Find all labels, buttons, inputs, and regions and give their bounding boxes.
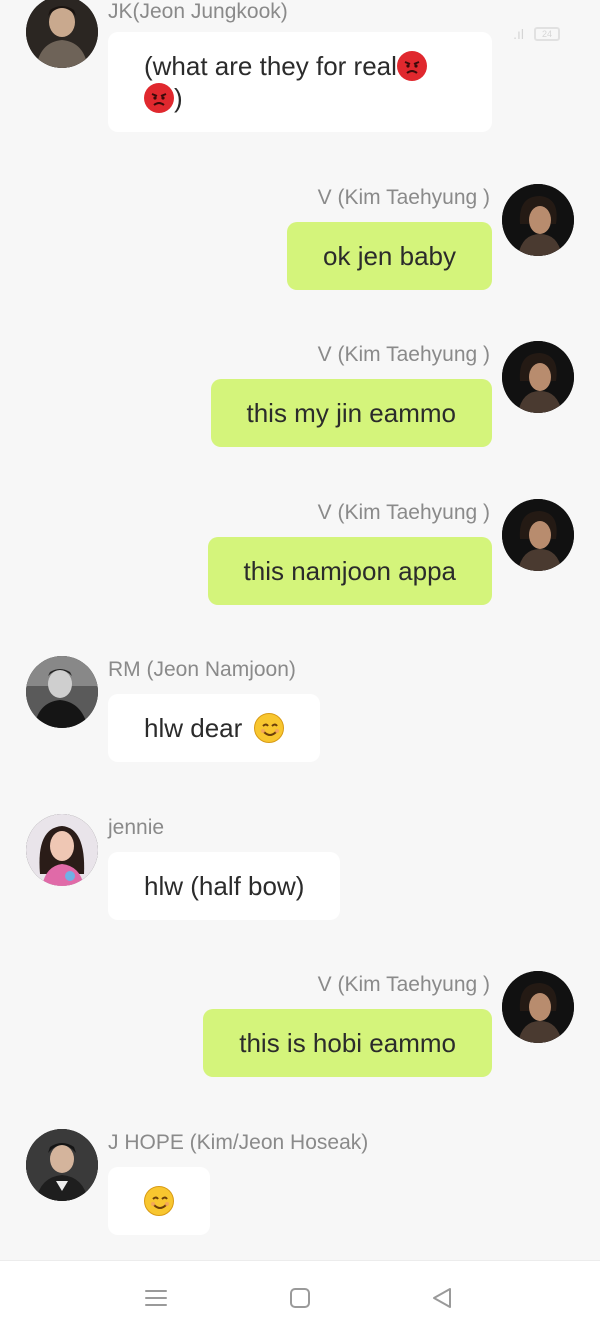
chat-area[interactable]: 9 .ıl 24 JK(Jeon Jungkook) (what are the… <box>0 0 600 1260</box>
message-text: this my jin eammo <box>246 398 457 428</box>
message-bubble[interactable]: this is hobi eammo <box>203 1009 492 1077</box>
profile-photo-jhope-icon <box>26 1129 98 1201</box>
profile-photo-v-icon <box>502 184 574 256</box>
profile-photo-jk-icon <box>26 0 98 68</box>
avatar[interactable] <box>26 0 98 68</box>
sender-name: RM (Jeon Namjoon) <box>108 658 296 681</box>
menu-icon[interactable] <box>139 1281 173 1315</box>
avatar[interactable] <box>26 1129 98 1201</box>
angry-face-emoji-icon <box>144 83 174 113</box>
sender-name: J HOPE (Kim/Jeon Hoseak) <box>108 1131 369 1154</box>
message-bubble[interactable]: hlw dear <box>108 694 320 762</box>
signal-icon: .ıl <box>513 26 524 42</box>
message-text: this is hobi eammo <box>239 1028 456 1058</box>
message-bubble[interactable]: (what are they for real ) <box>108 32 492 132</box>
battery-icon: 24 <box>534 27 560 41</box>
avatar[interactable] <box>26 656 98 728</box>
avatar[interactable] <box>502 184 574 256</box>
message-bubble[interactable]: ok jen baby <box>287 222 492 290</box>
message-text: ) <box>174 83 183 113</box>
message-text: ok jen baby <box>323 241 456 271</box>
sender-name: V (Kim Taehyung ) <box>317 501 490 524</box>
avatar[interactable] <box>502 971 574 1043</box>
avatar[interactable] <box>502 499 574 571</box>
profile-photo-jennie-icon <box>26 814 98 886</box>
message-text: this namjoon appa <box>243 556 456 586</box>
sender-name: jennie <box>108 816 165 839</box>
smiling-face-emoji-icon <box>144 1186 174 1216</box>
message-text: hlw (half bow) <box>144 871 305 901</box>
message-bubble[interactable] <box>108 1167 210 1235</box>
smiling-face-emoji-icon <box>253 713 284 743</box>
sender-name: V (Kim Taehyung ) <box>317 973 490 996</box>
message-text: hlw dear <box>144 713 243 743</box>
profile-photo-v-icon <box>502 341 574 413</box>
profile-photo-v-icon <box>502 971 574 1043</box>
message-bubble[interactable]: this my jin eammo <box>210 379 492 447</box>
sender-name: JK(Jeon Jungkook) <box>108 0 288 23</box>
avatar[interactable] <box>502 341 574 413</box>
angry-face-emoji-icon <box>396 51 427 81</box>
message-text: (what are they for real <box>144 51 397 81</box>
navigation-bar <box>0 1260 600 1333</box>
profile-photo-v-icon <box>502 499 574 571</box>
message-bubble[interactable]: this namjoon appa <box>207 537 492 605</box>
avatar[interactable] <box>26 814 98 886</box>
home-square-icon[interactable] <box>283 1281 317 1315</box>
message-bubble[interactable]: hlw (half bow) <box>108 852 341 920</box>
sender-name: V (Kim Taehyung ) <box>317 343 490 366</box>
status-icons: .ıl 24 <box>513 26 560 42</box>
sender-name: V (Kim Taehyung ) <box>317 186 490 209</box>
profile-photo-rm-icon <box>26 656 98 728</box>
back-triangle-icon[interactable] <box>425 1281 459 1315</box>
